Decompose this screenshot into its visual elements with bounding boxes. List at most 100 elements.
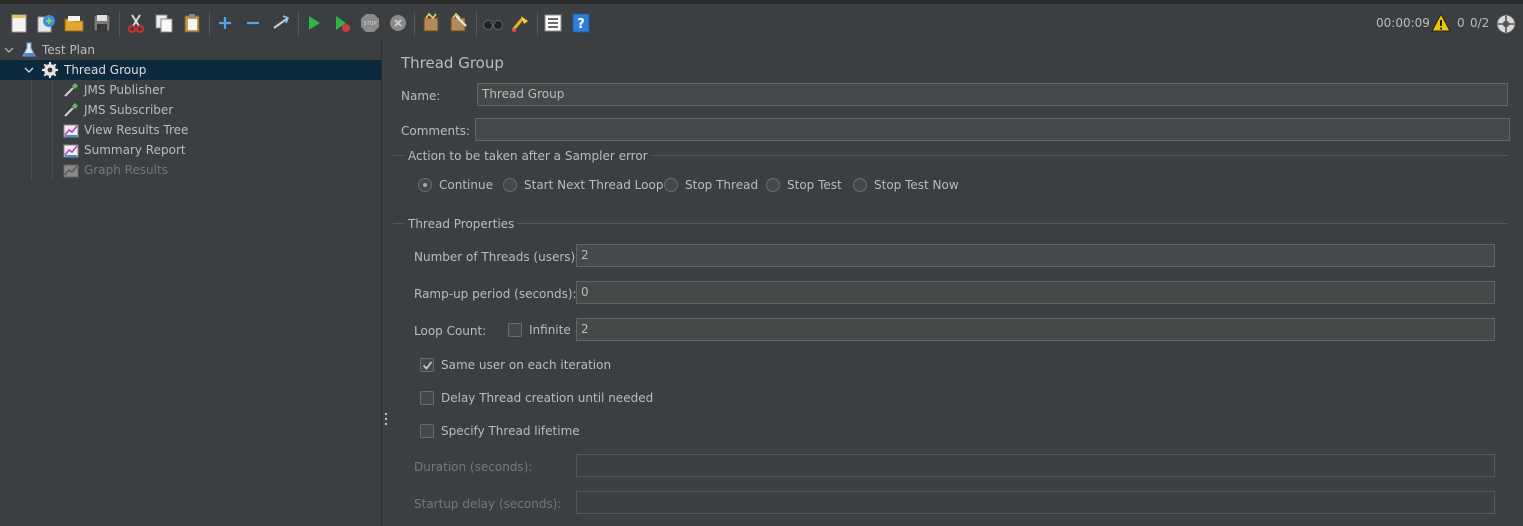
checkbox-label: Same user on each iteration [441, 358, 612, 372]
clear-icon[interactable] [420, 12, 442, 34]
save-icon[interactable] [91, 12, 113, 34]
stop-icon[interactable]: STOP [359, 12, 381, 34]
tree-item-label: Graph Results [84, 163, 168, 177]
copy-icon[interactable] [153, 12, 175, 34]
tree-item-graph-results[interactable]: Graph Results [63, 160, 363, 180]
tree-item-jms-subscriber[interactable]: JMS Subscriber [63, 100, 363, 120]
help-icon[interactable]: ? [570, 12, 592, 34]
radio-stop-test[interactable]: Stop Test [766, 178, 842, 192]
tree-item-thread-group[interactable]: Thread Group [0, 60, 381, 80]
duration-field[interactable] [576, 454, 1495, 477]
thread-group-panel: Thread Group Name: Thread Group Comments… [390, 40, 1523, 526]
radio-continue[interactable]: Continue [418, 178, 493, 192]
open-icon[interactable] [63, 12, 85, 34]
pipette-icon [64, 83, 78, 97]
warning-icon[interactable] [1431, 13, 1451, 33]
svg-text:?: ? [577, 17, 585, 32]
expand-icon[interactable] [214, 12, 236, 34]
panel-title: Thread Group [401, 54, 504, 72]
radio-start-next-thread-loop[interactable]: Start Next Thread Loop [503, 178, 663, 192]
rampup-label: Ramp-up period (seconds): [414, 287, 577, 301]
gear-icon [42, 62, 58, 78]
radio-button[interactable] [766, 178, 780, 192]
function-helper-icon[interactable] [542, 12, 564, 34]
start-no-pause-icon[interactable] [331, 12, 353, 34]
remote-status-icon [1496, 14, 1516, 34]
radio-label: Stop Thread [685, 178, 759, 192]
graph-icon [63, 124, 79, 138]
thread-properties-title: Thread Properties [405, 217, 518, 231]
toolbar: STOP ? 00:00:09 0 0/2 [0, 0, 1523, 40]
splitter[interactable] [382, 40, 390, 526]
name-field[interactable]: Thread Group [477, 83, 1508, 106]
infinite-checkbox[interactable]: Infinite [508, 323, 571, 337]
test-plan-tree: Test Plan Thread Group JMS Publisher JMS… [0, 40, 382, 526]
radio-button[interactable] [503, 178, 517, 192]
checkbox-box[interactable] [420, 424, 434, 438]
threads-field[interactable]: 2 [576, 244, 1495, 267]
loop-count-label: Loop Count: [414, 324, 487, 338]
radio-label: Stop Test Now [874, 178, 959, 192]
checkbox-label: Specify Thread lifetime [441, 424, 580, 438]
tree-item-test-plan[interactable]: Test Plan [3, 40, 382, 60]
reset-search-icon[interactable] [509, 12, 531, 34]
start-icon[interactable] [303, 12, 325, 34]
same-user-checkbox[interactable]: Same user on each iteration [420, 358, 611, 372]
splitter-grip-icon[interactable] [384, 412, 388, 428]
checkbox-label: Delay Thread creation until needed [441, 391, 654, 405]
checkbox-box[interactable] [420, 358, 434, 372]
pipette-icon [64, 103, 78, 117]
collapse-icon[interactable] [242, 12, 264, 34]
flask-icon [22, 42, 36, 57]
radio-label: Start Next Thread Loop [524, 178, 664, 192]
templates-icon[interactable] [35, 12, 57, 34]
radio-button[interactable] [664, 178, 678, 192]
paste-icon[interactable] [181, 12, 203, 34]
tree-item-label: View Results Tree [84, 123, 189, 137]
duration-label: Duration (seconds): [414, 460, 533, 474]
error-action-group-title: Action to be taken after a Sampler error [405, 149, 651, 163]
checkbox-box[interactable] [420, 391, 434, 405]
search-icon[interactable] [482, 12, 504, 34]
threads-label: Number of Threads (users): [414, 250, 580, 264]
radio-button[interactable] [418, 178, 432, 192]
checkmark-icon [422, 361, 433, 370]
specify-lifetime-checkbox[interactable]: Specify Thread lifetime [420, 424, 580, 438]
tree-item-view-results-tree[interactable]: View Results Tree [63, 120, 363, 140]
chevron-down-icon[interactable] [3, 44, 15, 56]
tree-item-label: Thread Group [64, 63, 147, 77]
svg-text:STOP: STOP [363, 21, 376, 27]
radio-label: Continue [439, 178, 493, 192]
loop-count-field[interactable]: 2 [576, 318, 1495, 341]
radio-stop-thread[interactable]: Stop Thread [664, 178, 758, 192]
active-threads: 0/2 [1470, 16, 1490, 30]
cut-icon[interactable] [125, 12, 147, 34]
tree-item-jms-publisher[interactable]: JMS Publisher [63, 80, 363, 100]
radio-stop-test-now[interactable]: Stop Test Now [853, 178, 959, 192]
startup-delay-field[interactable] [576, 491, 1495, 514]
radio-button[interactable] [853, 178, 867, 192]
graph-icon [63, 144, 79, 158]
tree-item-label: Test Plan [42, 43, 95, 57]
elapsed-time: 00:00:09 [1376, 16, 1430, 30]
rampup-field[interactable]: 0 [576, 281, 1495, 304]
checkbox-box[interactable] [508, 323, 522, 337]
warning-count: 0 [1457, 16, 1465, 30]
delay-thread-creation-checkbox[interactable]: Delay Thread creation until needed [420, 391, 653, 405]
name-label: Name: [401, 89, 441, 103]
toggle-icon[interactable] [270, 12, 292, 34]
shutdown-icon[interactable] [387, 12, 409, 34]
comments-label: Comments: [401, 124, 471, 138]
clear-all-icon[interactable] [448, 12, 470, 34]
checkbox-label: Infinite [529, 323, 571, 337]
radio-label: Stop Test [787, 178, 842, 192]
tree-item-label: JMS Subscriber [84, 103, 174, 117]
tree-item-summary-report[interactable]: Summary Report [63, 140, 363, 160]
graph-icon [63, 164, 79, 178]
tree-item-label: JMS Publisher [84, 83, 165, 97]
new-icon[interactable] [8, 12, 30, 34]
tree-item-label: Summary Report [84, 143, 186, 157]
startup-delay-label: Startup delay (seconds): [414, 497, 562, 511]
comments-field[interactable] [475, 118, 1510, 141]
chevron-down-icon[interactable] [23, 64, 35, 76]
